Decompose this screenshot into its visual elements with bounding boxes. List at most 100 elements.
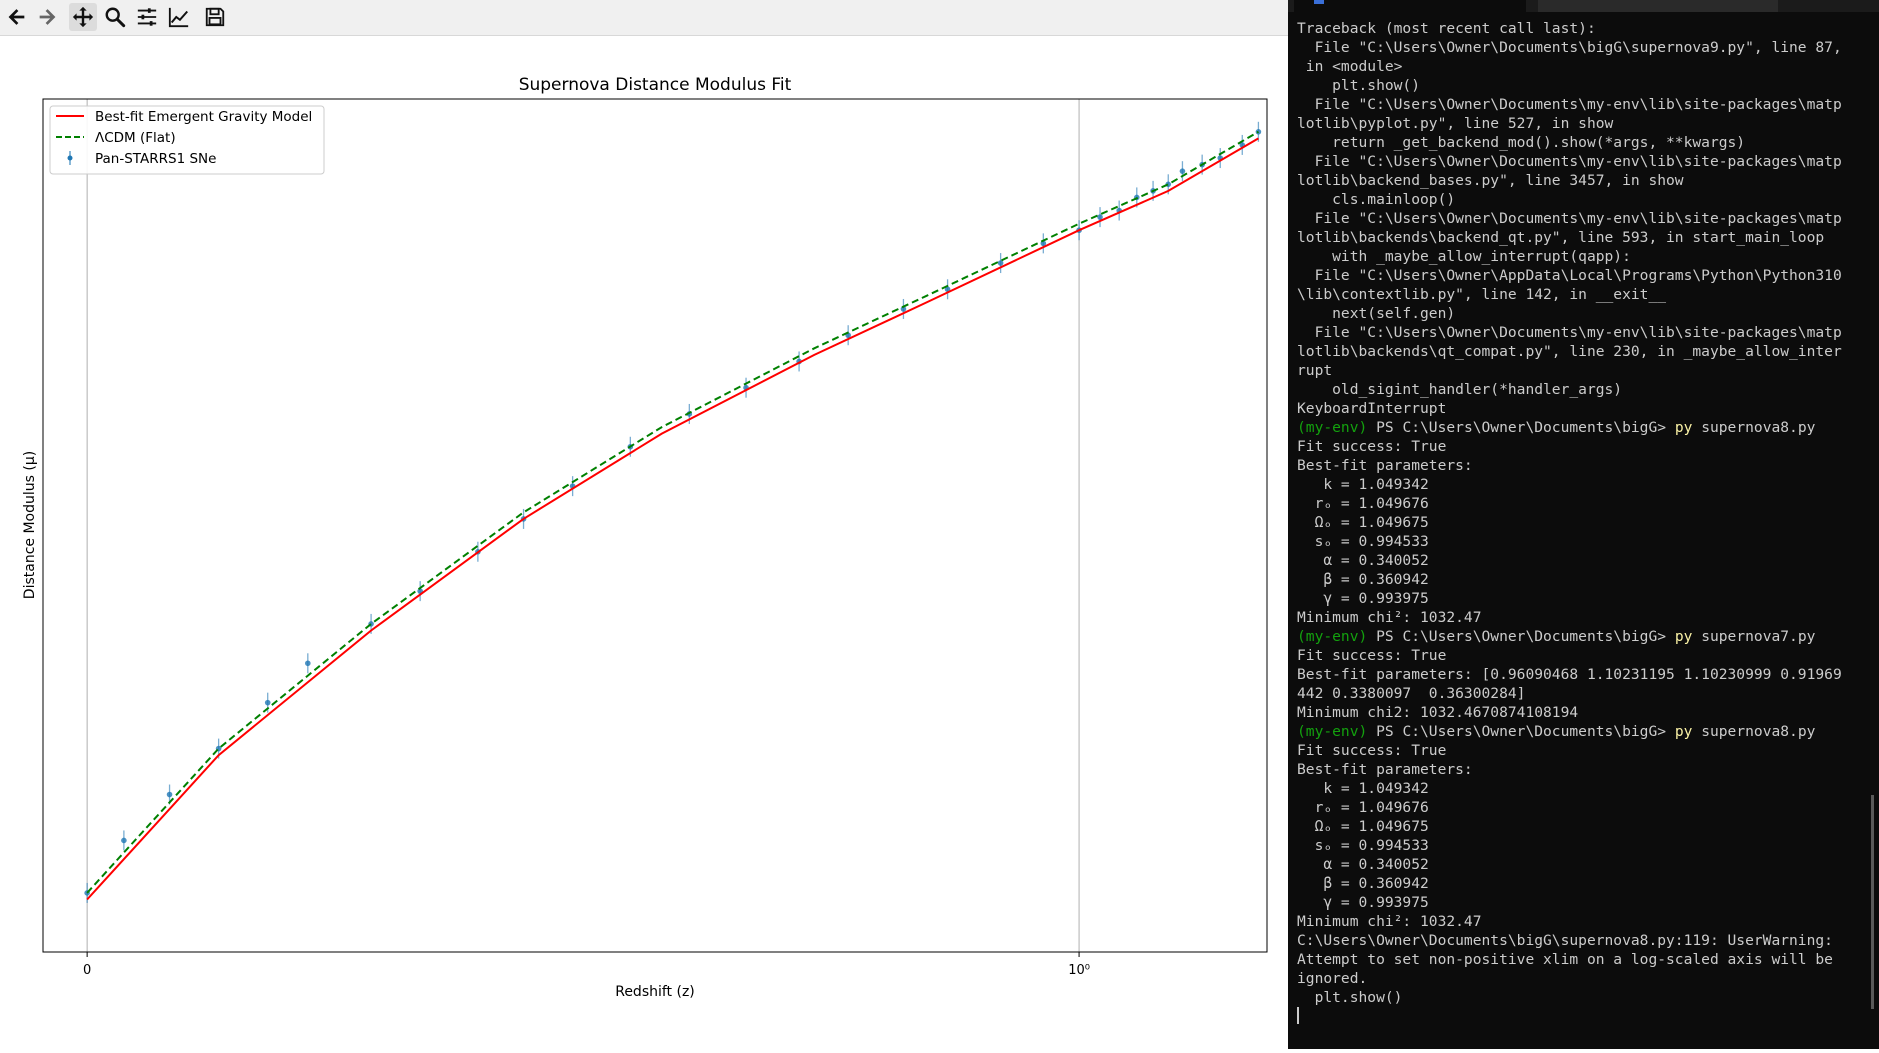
- data-point: [121, 837, 127, 844]
- terminal-line: File "C:\Users\Owner\Documents\my-env\li…: [1297, 210, 1842, 227]
- terminal-line: k = 1.049342: [1297, 780, 1429, 797]
- plot-area[interactable]: [42, 98, 1268, 953]
- terminal-line: α = 0.340052: [1297, 552, 1429, 569]
- terminal-line: Minimum chi²: 1032.47: [1297, 913, 1482, 930]
- terminal-prompt-line: (my-env) PS C:\Users\Owner\Documents\big…: [1297, 722, 1875, 741]
- terminal-line: \lib\contextlib.py", line 142, in __exit…: [1297, 286, 1667, 303]
- grid-lines: [86, 99, 1080, 952]
- navigation-toolbar: [0, 0, 1288, 36]
- terminal-line: Best-fit parameters:: [1297, 457, 1473, 474]
- matplotlib-window: Supernova Distance Modulus Fit 0 10⁰ Reds…: [0, 0, 1288, 1049]
- terminal-line: plt.show(): [1297, 989, 1403, 1006]
- terminal-line: lotlib\pyplot.py", line 527, in show: [1297, 115, 1614, 132]
- terminal-line: C:\Users\Owner\Documents\bigG\supernova8…: [1297, 932, 1833, 949]
- terminal-cmd: py: [1674, 628, 1693, 645]
- terminal-line: γ = 0.993975: [1297, 894, 1429, 911]
- terminal-line: File "C:\Users\Owner\Documents\my-env\li…: [1297, 96, 1842, 113]
- terminal-line: return _get_backend_mod().show(*args, **…: [1297, 134, 1746, 151]
- x-tick-label: 0: [83, 963, 91, 978]
- terminal-line: lotlib\backends\qt_compat.py", line 230,…: [1297, 343, 1842, 360]
- terminal-line: plt.show(): [1297, 77, 1421, 94]
- floppy-disk-icon: [205, 7, 225, 27]
- save-figure-button[interactable]: [201, 3, 229, 31]
- data-point: [166, 791, 173, 798]
- terminal-line: Minimum chi²: 1032.47: [1297, 609, 1482, 626]
- zoom-button[interactable]: [101, 3, 129, 31]
- magnifier-icon: [105, 7, 126, 28]
- chart-title: Supernova Distance Modulus Fit: [519, 75, 792, 95]
- data-point: [305, 660, 311, 667]
- terminal-line: Best-fit parameters: [0.96090468 1.10231…: [1297, 666, 1842, 683]
- terminal-prompt: PS C:\Users\Owner\Documents\bigG>: [1367, 628, 1675, 645]
- terminal-tab-active[interactable]: [1294, 0, 1526, 12]
- terminal-line: lotlib\backends\backend_qt.py", line 593…: [1297, 229, 1825, 246]
- back-button[interactable]: [3, 3, 31, 31]
- data-point: [264, 699, 271, 706]
- configure-subplots-button[interactable]: [133, 3, 161, 31]
- terminal-line: γ = 0.993975: [1297, 590, 1429, 607]
- terminal-line: Best-fit parameters:: [1297, 761, 1473, 778]
- terminal-tab-inactive[interactable]: [1538, 0, 1778, 12]
- terminal-line: rₒ = 1.049676: [1297, 799, 1429, 816]
- terminal-line: Ωₒ = 1.049675: [1297, 818, 1429, 835]
- x-axis-ticks: 0 10⁰: [83, 952, 1090, 978]
- chart[interactable]: Supernova Distance Modulus Fit 0 10⁰ Reds…: [0, 36, 1288, 1049]
- emergent-gravity-curve: [86, 137, 1259, 901]
- terminal-line: Fit success: True: [1297, 647, 1447, 664]
- terminal-prompt-line: (my-env) PS C:\Users\Owner\Documents\big…: [1297, 418, 1875, 437]
- terminal-line: β = 0.360942: [1297, 571, 1429, 588]
- powershell-icon: [1314, 0, 1324, 4]
- x-tick-label: 10⁰: [1068, 963, 1090, 978]
- legend: Best-fit Emergent Gravity Model ΛCDM (Fl…: [49, 105, 325, 175]
- terminal-line: 442 0.3380097 0.36300284]: [1297, 685, 1526, 702]
- lcdm-curve: [86, 130, 1259, 894]
- arrow-left-icon: [8, 9, 25, 25]
- terminal-env: (my-env): [1297, 723, 1368, 740]
- data-point: [1179, 168, 1186, 174]
- pan-starrs1-points: [84, 121, 1262, 903]
- terminal-prompt: PS C:\Users\Owner\Documents\bigG>: [1367, 723, 1675, 740]
- figure-canvas[interactable]: Supernova Distance Modulus Fit 0 10⁰ Reds…: [0, 36, 1288, 1049]
- terminal-env: (my-env): [1297, 628, 1368, 645]
- terminal-line: rupt: [1297, 362, 1333, 379]
- terminal-line: with _maybe_allow_interrupt(qapp):: [1297, 248, 1631, 265]
- terminal-cursor: [1297, 1007, 1299, 1024]
- terminal-line: old_sigint_handler(*handler_args): [1297, 381, 1623, 398]
- terminal-env: (my-env): [1297, 419, 1368, 436]
- sliders-icon: [137, 8, 157, 26]
- pan-button[interactable]: [69, 3, 97, 31]
- terminal-line: Fit success: True: [1297, 742, 1447, 759]
- terminal-line: β = 0.360942: [1297, 875, 1429, 892]
- terminal-line: Attempt to set non-positive xlim on a lo…: [1297, 951, 1833, 968]
- terminal-line: File "C:\Users\Owner\Documents\my-env\li…: [1297, 324, 1842, 341]
- terminal-args: supernova8.py: [1692, 723, 1816, 740]
- data-point: [997, 260, 1004, 266]
- terminal-line: cls.mainloop(): [1297, 191, 1456, 208]
- chart-line-icon: [168, 7, 189, 28]
- legend-label-emergent: Best-fit Emergent Gravity Model: [95, 109, 312, 125]
- axes-frame: [42, 98, 1268, 953]
- y-axis-label: Distance Modulus (μ): [22, 451, 38, 599]
- terminal-line: Fit success: True: [1297, 438, 1447, 455]
- move-icon: [72, 6, 94, 28]
- legend-label-lcdm: ΛCDM (Flat): [95, 130, 176, 146]
- terminal-line: rₒ = 1.049676: [1297, 495, 1429, 512]
- edit-axis-button[interactable]: [165, 3, 193, 31]
- terminal-prompt-line: (my-env) PS C:\Users\Owner\Documents\big…: [1297, 627, 1875, 646]
- terminal-scrollbar[interactable]: [1871, 795, 1874, 1009]
- terminal-prompt: PS C:\Users\Owner\Documents\bigG>: [1367, 419, 1675, 436]
- terminal-line: in <module>: [1297, 58, 1403, 75]
- terminal-line: Minimum chi2: 1032.4670874108194: [1297, 704, 1579, 721]
- terminal-cmd: py: [1674, 419, 1693, 436]
- terminal-line: File "C:\Users\Owner\Documents\my-env\li…: [1297, 153, 1842, 170]
- terminal-line: α = 0.340052: [1297, 856, 1429, 873]
- terminal-line: lotlib\backend_bases.py", line 3457, in …: [1297, 172, 1684, 189]
- terminal-tab-bar: [1288, 0, 1879, 12]
- terminal-window[interactable]: Traceback (most recent call last): File …: [1288, 0, 1879, 1049]
- legend-label-sne: Pan-STARRS1 SNe: [95, 151, 216, 167]
- forward-button[interactable]: [33, 3, 61, 31]
- terminal-output: Traceback (most recent call last): File …: [1297, 19, 1875, 1007]
- terminal-line: ignored.: [1297, 970, 1368, 987]
- terminal-cmd: py: [1674, 723, 1693, 740]
- terminal-line: Ωₒ = 1.049675: [1297, 514, 1429, 531]
